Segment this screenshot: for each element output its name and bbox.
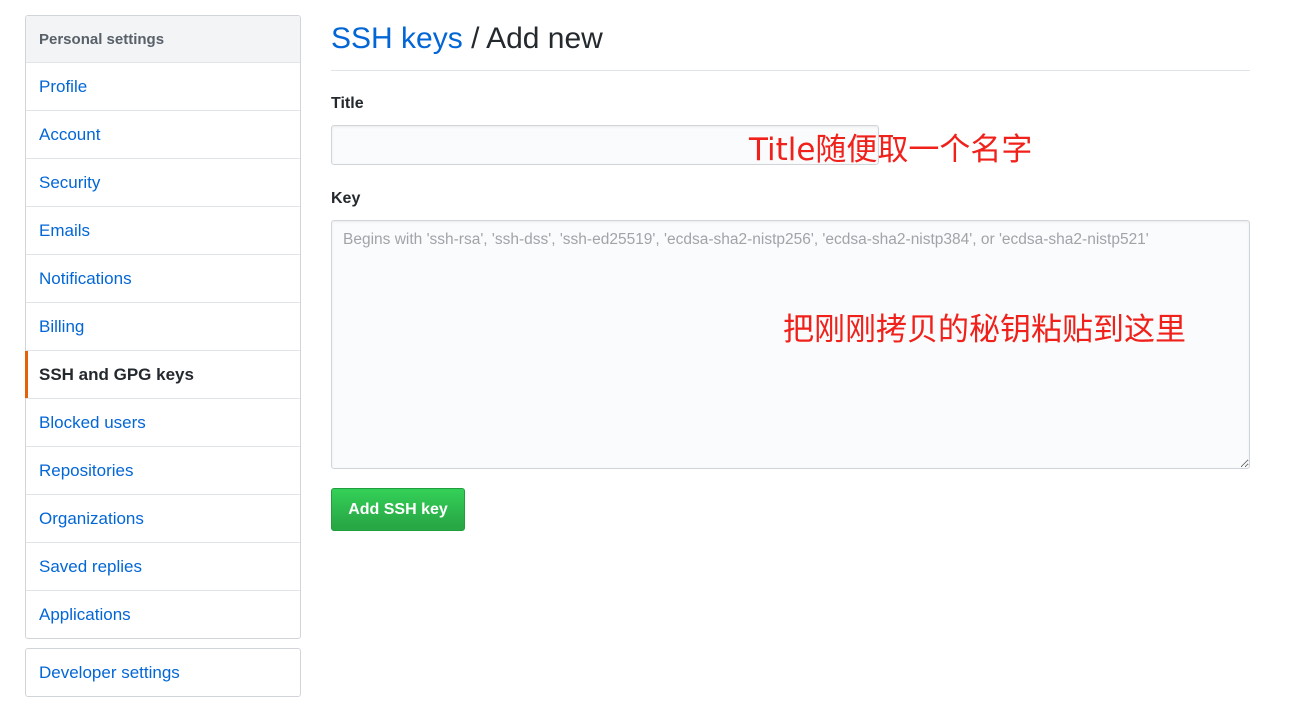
sidebar-item-account[interactable]: Account — [26, 111, 300, 159]
sidebar-item-repositories[interactable]: Repositories — [26, 447, 300, 495]
page-title: SSH keys / Add new — [331, 0, 1250, 71]
sidebar-item-notifications[interactable]: Notifications — [26, 255, 300, 303]
add-ssh-key-button[interactable]: Add SSH key — [331, 488, 465, 531]
sidebar-item-blocked-users[interactable]: Blocked users — [26, 399, 300, 447]
sidebar-item-developer-settings[interactable]: Developer settings — [26, 649, 300, 696]
breadcrumb-ssh-keys-link[interactable]: SSH keys — [331, 22, 463, 55]
developer-settings-box: Developer settings — [25, 648, 301, 697]
sidebar-header: Personal settings — [26, 16, 300, 63]
sidebar-item-organizations[interactable]: Organizations — [26, 495, 300, 543]
sidebar-item-emails[interactable]: Emails — [26, 207, 300, 255]
sidebar-item-applications[interactable]: Applications — [26, 591, 300, 638]
key-annotation: 把刚刚拷贝的秘钥粘贴到这里 — [783, 312, 1186, 348]
sidebar-item-ssh-gpg-keys[interactable]: SSH and GPG keys — [25, 351, 300, 399]
sidebar-item-saved-replies[interactable]: Saved replies — [26, 543, 300, 591]
sidebar-item-security[interactable]: Security — [26, 159, 300, 207]
breadcrumb-current: Add new — [486, 22, 603, 55]
title-annotation: Title随便取一个名字 — [749, 132, 1033, 168]
settings-sidebar: Personal settings Profile Account Securi… — [25, 15, 301, 639]
sidebar-item-profile[interactable]: Profile — [26, 63, 300, 111]
breadcrumb-separator: / — [471, 22, 480, 55]
main-content: SSH keys / Add new Title Key Add SSH key — [331, 0, 1250, 531]
sidebar-item-billing[interactable]: Billing — [26, 303, 300, 351]
key-label: Key — [331, 190, 361, 207]
title-label: Title — [331, 95, 364, 112]
